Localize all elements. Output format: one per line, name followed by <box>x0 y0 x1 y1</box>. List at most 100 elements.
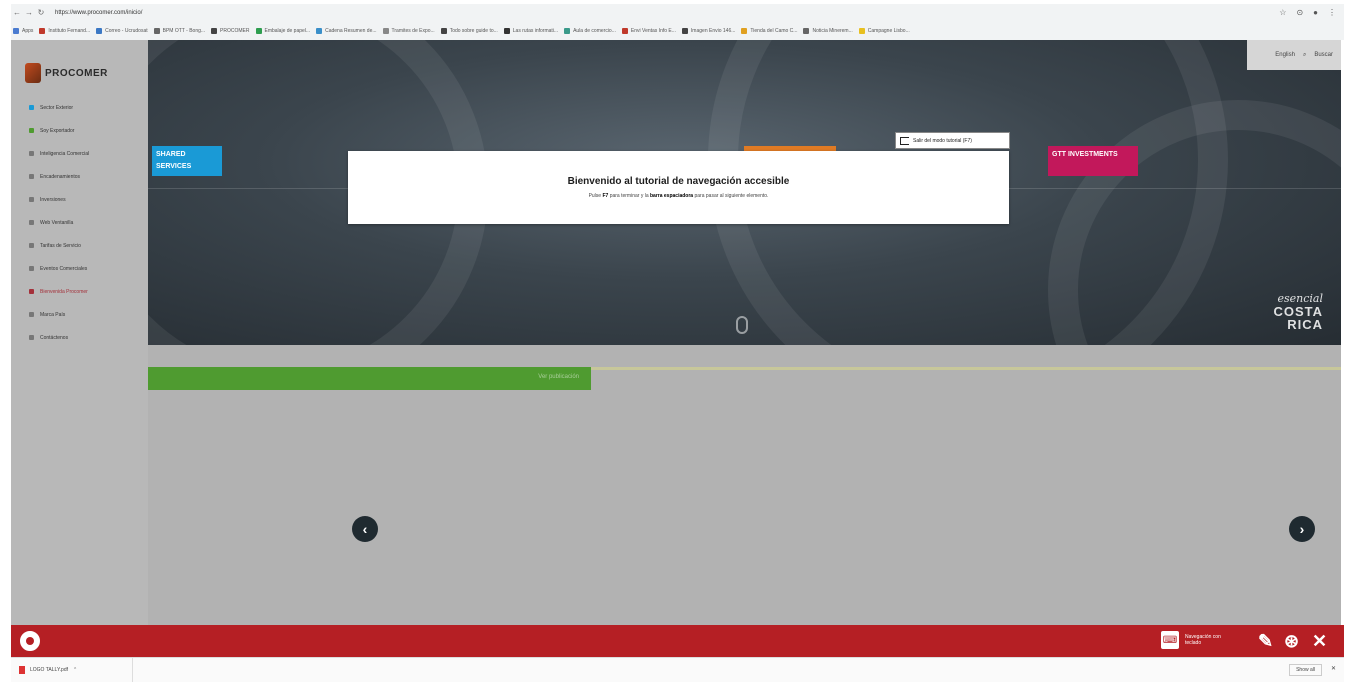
sidebar-item[interactable]: Encadenamientos <box>29 165 144 188</box>
search-icon[interactable]: ⌕ <box>1303 52 1306 59</box>
bookmarks-bar: Apps Instituto Fernand... Correo - Ucrudos… <box>11 21 1344 40</box>
bookmark-favicon-icon <box>564 27 571 34</box>
bookmark-item[interactable]: Embalaje de papel... <box>255 27 310 34</box>
hero-tag-shared-services[interactable]: SHARED SERVICES <box>152 146 222 176</box>
bookmark-label: BPM OTT - Bong... <box>162 27 206 34</box>
tutorial-dialog: Bienvenido al tutorial de navegación acc… <box>348 151 1009 224</box>
sidebar-item-label: Marca País <box>40 311 66 318</box>
help-icon[interactable]: ⊛ <box>1284 629 1299 653</box>
sidebar-item[interactable]: Contáctenos <box>29 326 144 349</box>
bookmark-item[interactable]: Tramites de Expo... <box>382 27 435 34</box>
bookmark-item[interactable]: Apps <box>13 27 34 34</box>
bookmark-item[interactable]: Tienda del Camo C... <box>741 27 798 34</box>
bookmark-favicon-icon <box>255 27 262 34</box>
bookmark-item[interactable]: Instituto Fernand... <box>39 27 90 34</box>
yellow-divider <box>591 367 1341 370</box>
sidebar-item[interactable]: Inversiones <box>29 188 144 211</box>
sidebar-item-icon <box>29 243 34 248</box>
close-downloads-icon[interactable]: ✕ <box>1331 665 1336 672</box>
bookmark-label: Tramites de Expo... <box>391 27 435 34</box>
bookmark-label: Apps <box>22 27 34 34</box>
hero-tag-investments[interactable]: GTT INVESTMENTS <box>1048 146 1138 176</box>
sidebar-item-label: Contáctenos <box>40 334 69 341</box>
sidebar-item[interactable]: Soy Exportador <box>29 119 144 142</box>
sidebar-item[interactable]: Marca País <box>29 303 144 326</box>
bookmark-item[interactable]: Envi Ventas Info E... <box>621 27 676 34</box>
bookmark-favicon-icon <box>13 27 19 34</box>
reload-icon[interactable]: ↻ <box>35 8 47 17</box>
bookmark-item[interactable]: Cadena Resumen de... <box>316 27 377 34</box>
sidebar-item-icon <box>29 312 34 317</box>
bookmark-item[interactable]: Imagen Envio 146... <box>681 27 735 34</box>
bookmark-item[interactable]: Correo - Ucrudosat <box>96 27 148 34</box>
bookmark-favicon-icon <box>316 27 323 34</box>
profile-icon[interactable]: ● <box>1313 8 1318 17</box>
exit-tutorial-button[interactable]: Salir del modo tutorial (F7) <box>895 132 1010 149</box>
sidebar-item-icon <box>29 220 34 225</box>
accessibility-logo-icon[interactable] <box>20 631 40 651</box>
sidebar-menu: Sector Exterior Soy Exportador Inteligenci… <box>29 96 144 349</box>
sidebar-item-icon <box>29 197 34 202</box>
keyboard-navigation-button[interactable]: ⌨ Navegación con teclado <box>1161 631 1233 649</box>
bookmark-favicon-icon <box>621 27 628 34</box>
language-link[interactable]: English <box>1275 52 1295 58</box>
sidebar-item-icon <box>29 151 34 156</box>
forward-icon[interactable]: → <box>23 8 35 17</box>
sidebar-item[interactable]: Inteligencia Comercial <box>29 142 144 165</box>
sidebar-item[interactable]: Sector Exterior <box>29 96 144 119</box>
sidebar-item-label: Encadenamientos <box>40 173 81 180</box>
green-banner-caption: Ver publicación <box>538 374 579 380</box>
bookmark-label: Noticia Minerem... <box>812 27 853 34</box>
downloads-bar: LOGO TALLY.pdf ⌃ Show all ✕ <box>11 657 1344 682</box>
browser-chrome: ← → ↻ https://www.procomer.com/inicio/ ☆… <box>11 4 1344 40</box>
sidebar-item[interactable]: Bienvenida Procomer <box>29 280 144 303</box>
bookmark-item[interactable]: PROCOMER <box>211 27 250 34</box>
sidebar-item-label: Web Ventanilla <box>40 219 74 226</box>
extension-icon[interactable]: ⊙ <box>1296 8 1303 17</box>
bookmark-favicon-icon <box>382 27 389 34</box>
bookmark-item[interactable]: Noticia Minerem... <box>803 27 853 34</box>
sidebar-item[interactable]: Web Ventanilla <box>29 211 144 234</box>
brand-rica: RICA <box>1287 317 1323 332</box>
instr-pre: Pulse <box>588 193 602 199</box>
menu-icon[interactable]: ⋮ <box>1328 8 1336 17</box>
keyboard-icon: ⌨ <box>1161 631 1179 649</box>
bookmark-item[interactable]: Campagne Lisbo... <box>858 27 910 34</box>
sidebar-item[interactable]: Eventos Comerciales <box>29 257 144 280</box>
bookmark-item[interactable]: Aula de comercio... <box>564 27 616 34</box>
download-item[interactable]: LOGO TALLY.pdf ⌃ <box>11 658 133 682</box>
content-carousel: Ver publicación ‹ › <box>148 345 1341 625</box>
address-input[interactable]: https://www.procomer.com/inicio/ <box>55 10 1279 16</box>
bookmark-favicon-icon <box>39 27 46 34</box>
logo-mark-icon <box>25 63 41 83</box>
logo-text: PROCOMER <box>45 67 108 79</box>
close-icon[interactable]: ✕ <box>1312 629 1327 653</box>
bookmark-label: Las rutas informati... <box>512 27 559 34</box>
exit-icon <box>900 136 909 145</box>
bookmark-favicon-icon <box>211 27 218 34</box>
speech-icon[interactable]: ✎ <box>1258 629 1273 653</box>
instr-key-space: barra espaciadora <box>650 193 694 199</box>
bookmark-item[interactable]: Todo sobre guide to... <box>440 27 498 34</box>
bookmark-label: Campagne Lisbo... <box>867 27 910 34</box>
green-banner[interactable]: Ver publicación <box>148 367 591 390</box>
bookmark-item[interactable]: Las rutas informati... <box>503 27 559 34</box>
bookmark-label: Aula de comercio... <box>573 27 616 34</box>
download-filename: LOGO TALLY.pdf <box>30 667 68 673</box>
carousel-prev-button[interactable]: ‹ <box>352 516 378 542</box>
procomer-logo[interactable]: PROCOMER <box>25 54 125 92</box>
show-all-button[interactable]: Show all <box>1289 664 1322 676</box>
chevron-left-icon: ‹ <box>362 521 368 537</box>
exit-tutorial-label: Salir del modo tutorial (F7) <box>913 137 972 144</box>
chevron-up-icon[interactable]: ⌃ <box>73 667 77 673</box>
carousel-next-button[interactable]: › <box>1289 516 1315 542</box>
scroll-down-icon[interactable] <box>736 316 748 334</box>
bookmark-favicon-icon <box>741 27 748 34</box>
bookmark-label: Tienda del Camo C... <box>750 27 798 34</box>
sidebar-item-icon <box>29 289 34 294</box>
star-icon[interactable]: ☆ <box>1279 8 1286 17</box>
search-link[interactable]: Buscar <box>1314 52 1333 58</box>
bookmark-item[interactable]: BPM OTT - Bong... <box>153 27 206 34</box>
back-icon[interactable]: ← <box>11 8 23 17</box>
sidebar-item[interactable]: Tarifas de Servicio <box>29 234 144 257</box>
